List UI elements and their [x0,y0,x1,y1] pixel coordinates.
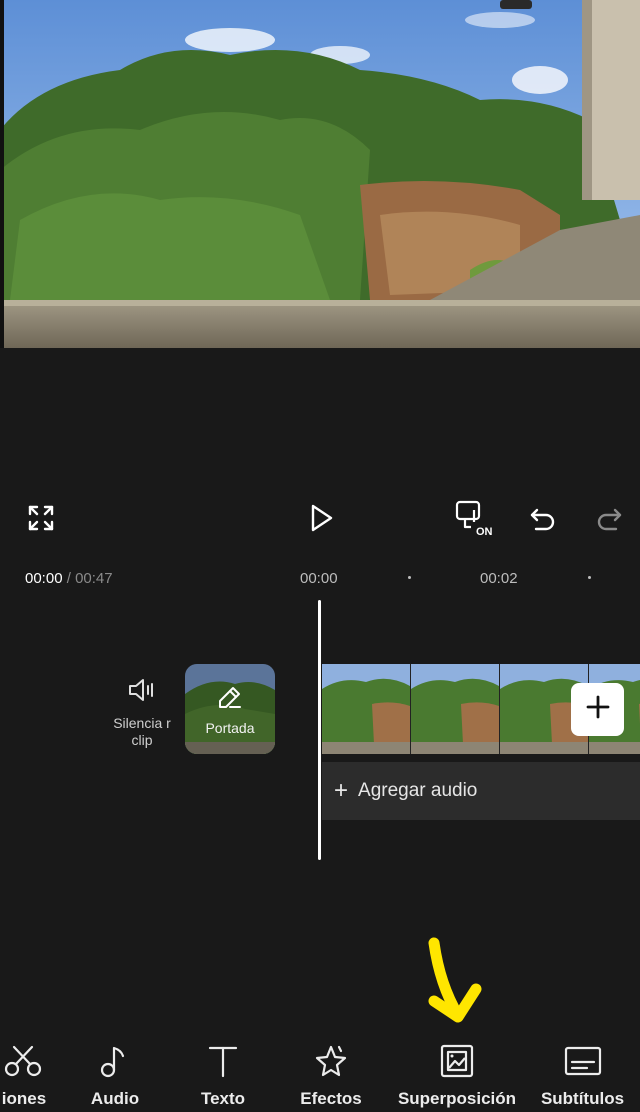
clip-frame [411,664,499,754]
tool-effects[interactable]: Efectos [291,1036,371,1112]
tool-audio[interactable]: Audio [75,1036,155,1112]
annotation-arrow [420,935,490,1030]
add-audio-button[interactable]: + Agregar audio [322,762,640,820]
tool-text[interactable]: Texto [183,1036,263,1112]
video-preview[interactable] [0,0,640,348]
tool-label: iones [1,1089,47,1108]
fullscreen-expand-icon[interactable] [20,498,62,538]
add-clip-button[interactable] [571,683,624,736]
keyframe-badge: ON [476,526,493,538]
plus-icon [585,694,611,725]
preview-image [0,0,640,348]
time-separator: / [62,570,76,587]
scissors-icon [4,1036,44,1086]
undo-icon[interactable] [522,498,564,538]
ruler-tick-label: 00:02 [480,570,518,587]
time-display: 00:00 / 00:47 [25,570,113,587]
current-time: 00:00 [25,570,63,587]
tool-label: Texto [200,1089,246,1108]
cover-button[interactable]: Portada [185,664,275,754]
add-audio-plus: + [334,777,349,804]
total-time: 00:47 [75,570,113,587]
subtitles-icon [563,1036,603,1086]
playhead[interactable] [318,600,321,860]
mute-clip-label: Silencia r clip [113,715,171,748]
ruler-tick-label: 00:00 [300,570,338,587]
tool-label: Efectos [300,1089,362,1108]
tool-edit[interactable]: iones [0,1036,54,1112]
tool-label: Audio [90,1089,140,1108]
playback-controls: ON [0,490,640,546]
tool-overlay[interactable]: Superposición [392,1036,522,1112]
tool-subtitles[interactable]: Subtítulos [535,1036,630,1112]
effects-star-icon [312,1036,350,1086]
cover-overlay: Portada [185,664,275,754]
keyframe-on-icon[interactable]: ON [450,494,498,542]
pencil-icon [216,683,244,716]
text-icon [206,1036,240,1086]
ruler-dot [588,576,591,579]
bottom-toolbar: iones Audio Texto Efectos Superposición … [0,1036,640,1112]
clip-frame [322,664,410,754]
play-icon[interactable] [300,498,342,538]
speaker-icon [126,676,158,709]
redo-icon[interactable] [588,498,630,538]
tool-label: Superposición [397,1089,517,1108]
overlay-image-icon [438,1036,476,1086]
tool-label: Subtítulos [540,1089,625,1108]
timeline-ruler[interactable]: 00:00 / 00:47 00:00 00:02 [0,566,640,590]
cover-label: Portada [205,719,255,736]
add-audio-label: Agregar audio [358,780,478,801]
music-note-icon [97,1036,133,1086]
ruler-dot [408,576,411,579]
preview-left-edge [0,0,4,348]
mute-clip-button[interactable]: Silencia r clip [110,676,174,748]
